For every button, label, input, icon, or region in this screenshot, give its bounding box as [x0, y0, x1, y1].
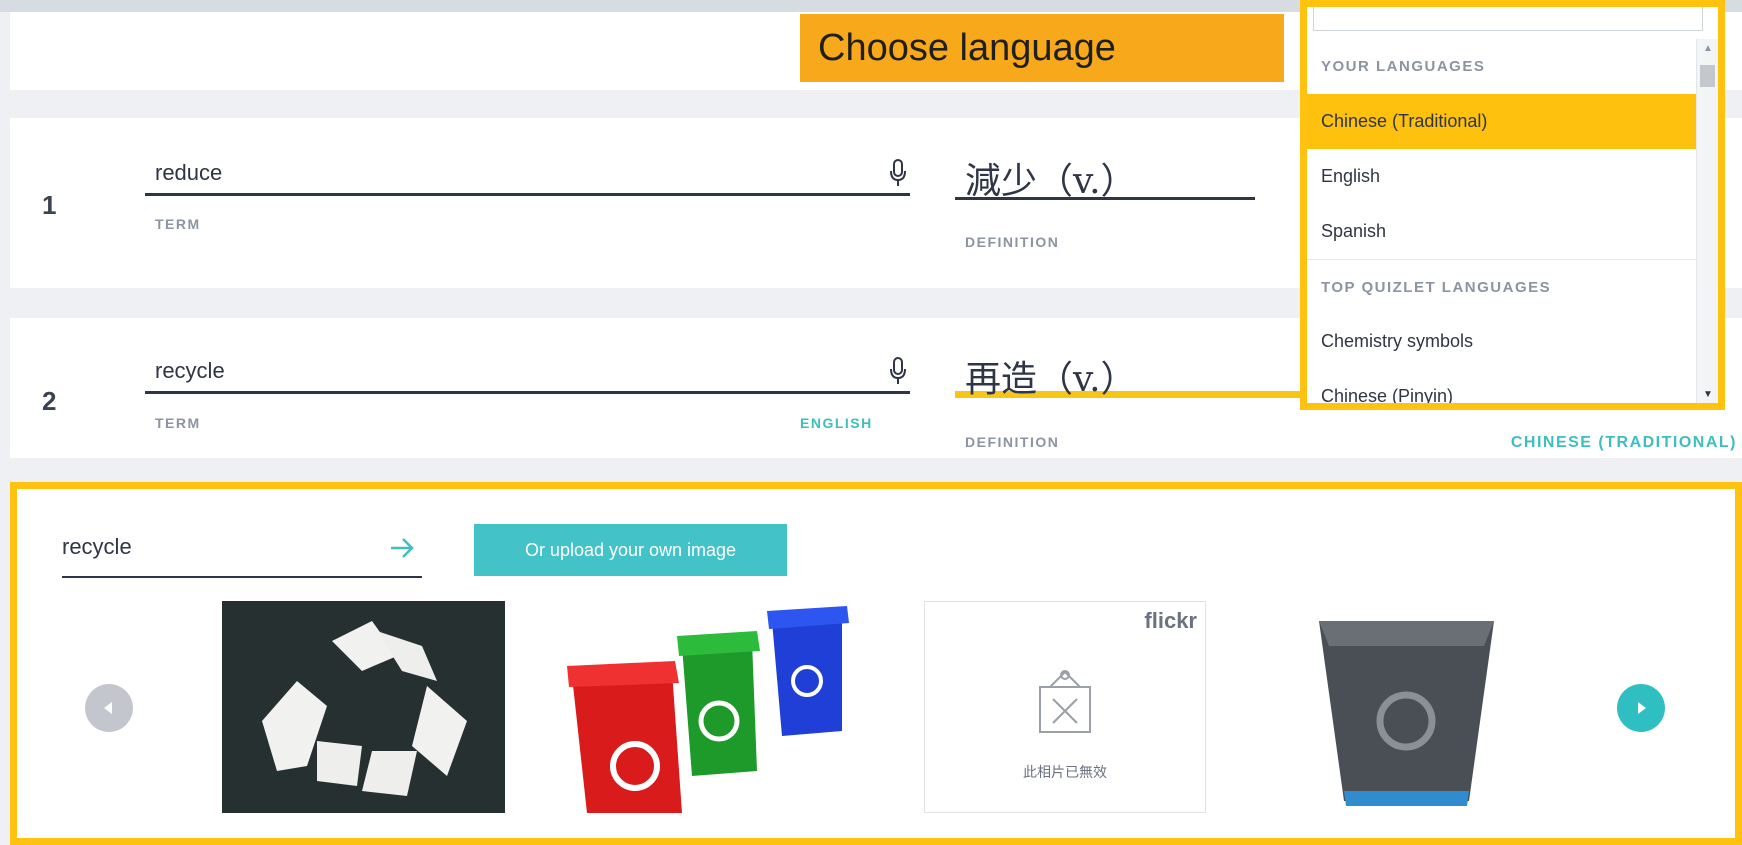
language-option-english[interactable]: English	[1307, 149, 1697, 204]
term-input[interactable]: recycle	[145, 348, 910, 394]
flickr-logo: flickr	[1144, 608, 1197, 633]
term-value: reduce	[155, 160, 223, 185]
recycle-bins-image	[567, 606, 849, 813]
language-search-input[interactable]	[1313, 7, 1703, 31]
definition-label: DEFINITION	[965, 234, 1060, 250]
previous-images-button[interactable]	[85, 684, 133, 732]
upload-image-button[interactable]: Or upload your own image	[474, 524, 787, 576]
group-heading-top-languages: TOP QUIZLET LANGUAGES	[1307, 259, 1697, 314]
scroll-down-icon[interactable]: ▼	[1697, 385, 1718, 403]
page: 1 reduce TERM 減少（v.） DEFINITION 2 recycl…	[0, 0, 1742, 845]
image-result-recycle-symbol[interactable]	[222, 601, 505, 813]
next-images-button[interactable]	[1617, 684, 1665, 732]
language-option-chinese-pinyin[interactable]: Chinese (Pinyin)	[1307, 369, 1697, 403]
card-index: 1	[42, 190, 57, 220]
broken-image-text: 此相片已無效	[1023, 764, 1107, 780]
microphone-icon[interactable]	[888, 356, 908, 386]
image-result-broken[interactable]: flickr 此相片已無效	[924, 601, 1206, 813]
language-dropdown[interactable]: YOUR LANGUAGES Chinese (Traditional) Eng…	[1300, 0, 1725, 410]
image-search-value: recycle	[62, 534, 132, 559]
card-index: 2	[42, 386, 57, 416]
definition-language-link[interactable]: CHINESE (TRADITIONAL)	[1511, 434, 1737, 452]
image-result-trash-can[interactable]	[1299, 601, 1514, 813]
broken-image-icon	[1039, 670, 1091, 733]
definition-input[interactable]: 減少（v.）	[955, 148, 1255, 202]
term-value: recycle	[155, 358, 225, 383]
image-picker-panel: recycle Or upload your own image flickr …	[10, 482, 1742, 845]
recycle-symbol-image	[222, 601, 505, 813]
chevron-right-icon	[1638, 702, 1646, 714]
scroll-up-icon[interactable]: ▲	[1697, 39, 1718, 57]
trash-can-image	[1319, 621, 1494, 806]
definition-value: 減少（v.）	[965, 161, 1137, 202]
definition-value: 再造（v.）	[965, 359, 1137, 400]
arrow-right-icon[interactable]	[388, 534, 416, 562]
image-result-recycle-bins[interactable]	[557, 601, 897, 813]
term-input[interactable]: reduce	[145, 150, 910, 196]
term-label: TERM	[155, 216, 201, 232]
microphone-icon[interactable]	[888, 158, 908, 188]
definition-label: DEFINITION	[965, 434, 1060, 450]
image-search-input[interactable]: recycle	[62, 534, 422, 578]
scroll-thumb[interactable]	[1700, 65, 1715, 87]
language-list: YOUR LANGUAGES Chinese (Traditional) Eng…	[1307, 39, 1697, 403]
language-option-spanish[interactable]: Spanish	[1307, 204, 1697, 259]
chevron-left-icon	[104, 702, 112, 714]
dropdown-scrollbar[interactable]: ▲ ▼	[1696, 39, 1718, 403]
language-option-chemistry-symbols[interactable]: Chemistry symbols	[1307, 314, 1697, 369]
language-option-chinese-traditional[interactable]: Chinese (Traditional)	[1307, 94, 1697, 149]
group-heading-your-languages: YOUR LANGUAGES	[1321, 58, 1486, 75]
term-language-link[interactable]: ENGLISH	[800, 415, 873, 431]
choose-language-callout: Choose language	[800, 14, 1284, 82]
term-label: TERM	[155, 415, 201, 431]
